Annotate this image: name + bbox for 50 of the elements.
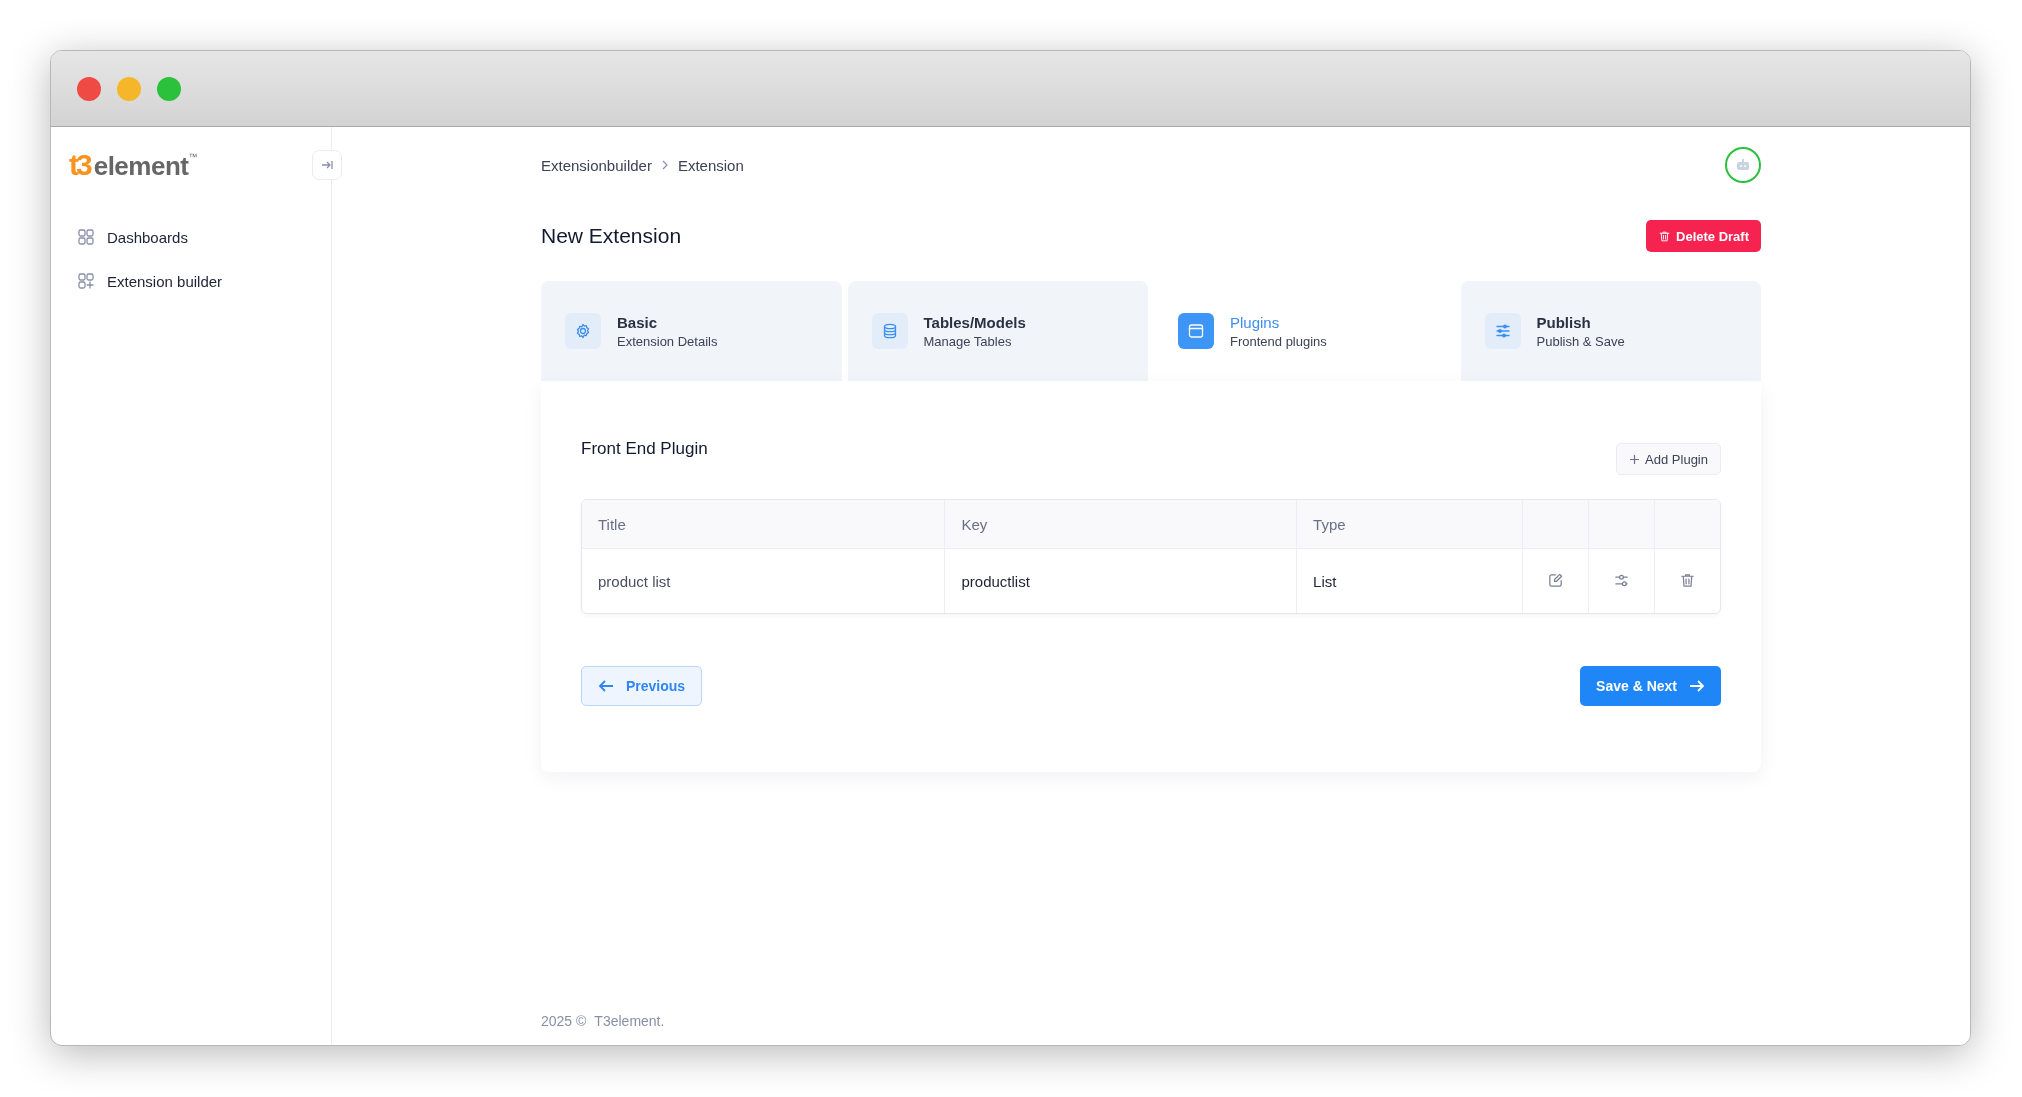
grid-icon: [77, 228, 95, 246]
column-header: Type: [1296, 500, 1523, 549]
breadcrumb-link[interactable]: Extensionbuilder: [541, 156, 652, 174]
step-title: Basic: [617, 313, 659, 331]
step-title: Plugins: [1230, 313, 1281, 331]
close-icon[interactable]: [77, 76, 101, 101]
sidebar-item[interactable]: Extension builder: [69, 263, 313, 299]
plus-icon: [1629, 453, 1641, 465]
trash-icon: [1658, 229, 1672, 243]
logo-text: element: [93, 151, 189, 182]
section-title: Front End Plugin: [581, 439, 708, 459]
arrow-left-icon: [598, 679, 614, 693]
window-icon: [1187, 322, 1205, 340]
gear-icon: [574, 322, 592, 340]
step-tab[interactable]: Tables/Models Manage Tables: [847, 281, 1148, 381]
step-title: Tables/Models: [923, 313, 1026, 331]
table-cell: productlist: [944, 548, 1297, 613]
trash-icon: [1679, 572, 1696, 589]
avatar[interactable]: [1725, 147, 1761, 183]
column-header: Title: [582, 500, 945, 549]
copyright-text: 2025 ©: [541, 1013, 587, 1031]
breadcrumb-link[interactable]: Extension: [677, 156, 744, 174]
step-subtitle: Manage Tables: [923, 333, 1013, 349]
add-plugin-button[interactable]: Add Plugin: [1616, 443, 1721, 475]
page-title: New Extension: [541, 224, 682, 248]
table-cell: product list: [582, 548, 945, 613]
maximize-icon[interactable]: [157, 76, 181, 101]
step-tab[interactable]: Basic Extension Details: [541, 281, 842, 381]
chevron-right-icon: [660, 160, 669, 170]
step-subtitle: Frontend plugins: [1230, 333, 1327, 349]
table-cell: List: [1296, 548, 1523, 613]
arrow-right-icon: [1689, 679, 1705, 693]
company-name: T3element.: [594, 1013, 665, 1031]
sliders-icon: [1613, 572, 1631, 589]
sidebar-item[interactable]: Dashboards: [69, 219, 313, 255]
arrow-to-bar-icon: [320, 158, 334, 172]
robot-icon: [1736, 159, 1750, 171]
step-title: Publish: [1536, 313, 1592, 331]
edit-icon: [1547, 572, 1565, 589]
step-tab[interactable]: Publish Publish & Save: [1460, 281, 1761, 381]
sliders-icon: [1493, 322, 1512, 340]
logo-mark: t3: [69, 148, 90, 182]
delete-draft-button[interactable]: Delete Draft: [1646, 220, 1761, 252]
grid-plus-icon: [77, 272, 95, 290]
column-header: Key: [944, 500, 1297, 549]
save-next-button[interactable]: Save & Next: [1580, 666, 1721, 706]
collapse-sidebar-button[interactable]: [312, 150, 342, 180]
step-subtitle: Publish & Save: [1536, 333, 1625, 349]
trademark-symbol: ™: [188, 152, 198, 162]
step-subtitle: Extension Details: [617, 333, 718, 349]
